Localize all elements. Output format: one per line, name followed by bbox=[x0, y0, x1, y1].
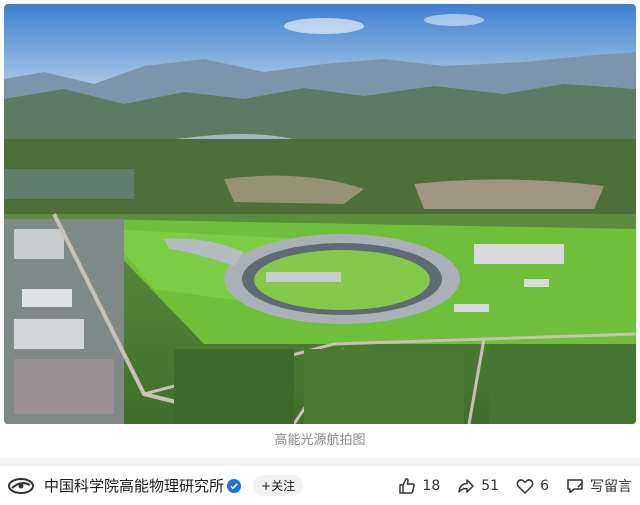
heart-icon bbox=[516, 478, 534, 494]
author-name[interactable]: 中国科学院高能物理研究所 bbox=[44, 475, 224, 496]
thumbs-up-icon bbox=[399, 477, 416, 494]
comment-bubble-icon bbox=[567, 478, 584, 493]
comment-button[interactable]: 写留言 bbox=[565, 476, 632, 496]
share-arrow-icon bbox=[458, 478, 474, 493]
comment-label: 写留言 bbox=[590, 478, 632, 495]
follow-button[interactable]: +关注 bbox=[253, 475, 304, 496]
aerial-photo-image bbox=[4, 4, 636, 424]
favorite-count: 6 bbox=[540, 477, 549, 494]
verified-badge-icon bbox=[227, 478, 242, 493]
post-footer: 中国科学院高能物理研究所 +关注 18 51 6 写留言 bbox=[0, 466, 640, 505]
favorite-button[interactable]: 6 bbox=[515, 476, 549, 496]
share-count: 51 bbox=[481, 477, 500, 494]
aerial-photo[interactable] bbox=[4, 4, 636, 424]
share-button[interactable]: 51 bbox=[456, 476, 499, 496]
institute-logo-icon[interactable] bbox=[8, 476, 34, 496]
like-count: 18 bbox=[422, 477, 441, 494]
section-divider bbox=[0, 458, 640, 466]
like-button[interactable]: 18 bbox=[397, 476, 440, 496]
photo-caption: 高能光源航拍图 bbox=[274, 433, 366, 448]
